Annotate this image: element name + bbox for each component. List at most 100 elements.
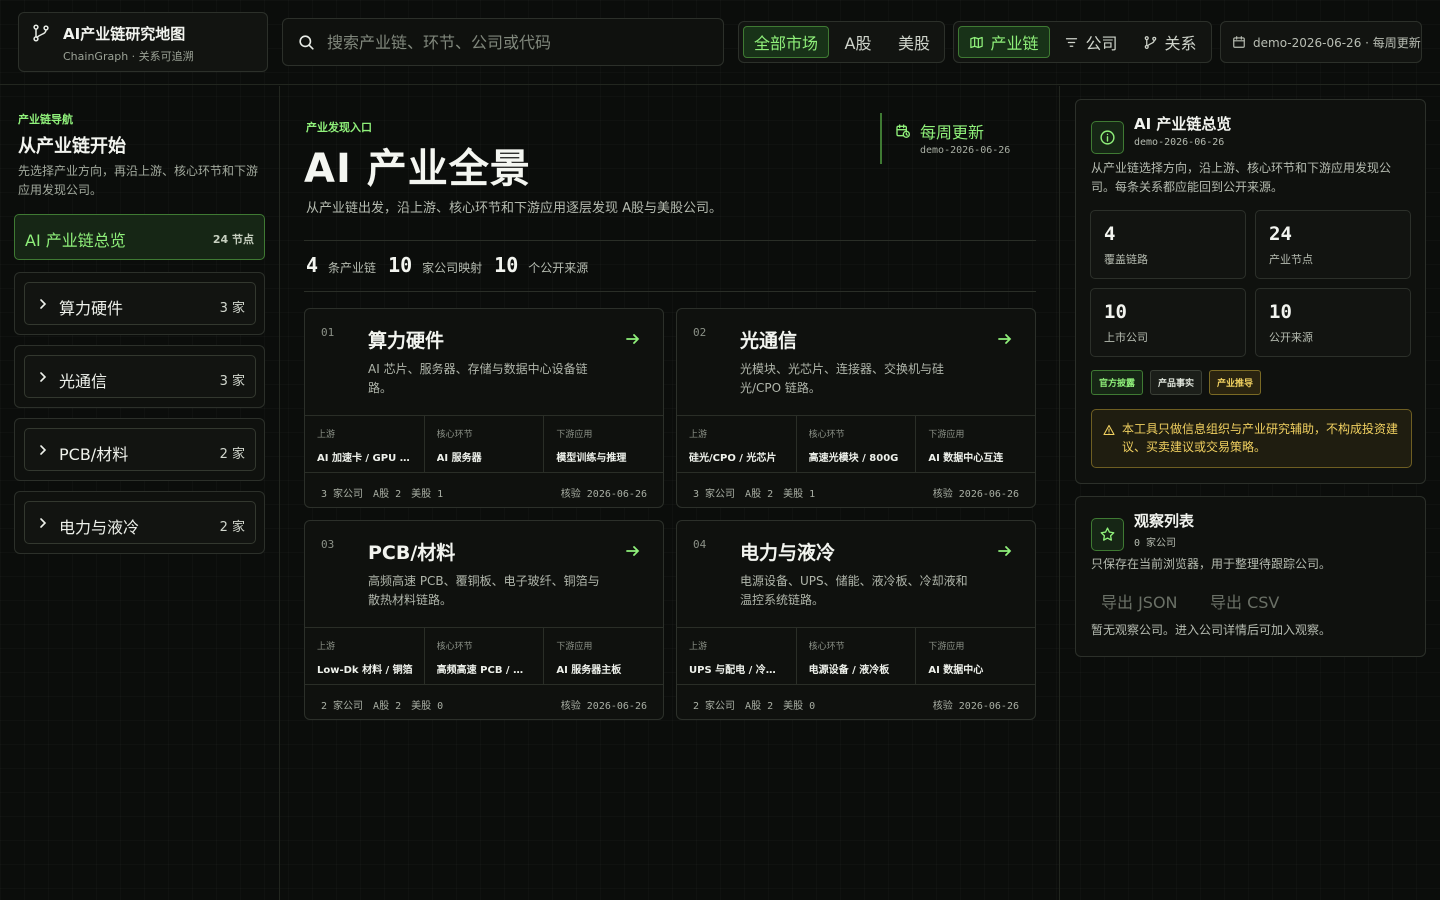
stat-value: 4 — [1104, 223, 1116, 245]
stat-value: 10 — [1269, 301, 1292, 323]
sidebar-item-count: 3 家 — [219, 301, 245, 316]
watchlist-title: 观察列表 — [1134, 512, 1195, 530]
search-bar[interactable] — [282, 18, 724, 66]
data-version-button[interactable]: demo-2026-06-26 · 每周更新 — [1220, 21, 1422, 63]
link-value: AI 数据中心 — [928, 665, 984, 676]
warning-icon — [1103, 424, 1115, 436]
evidence-badges: 官方披露 产品事实 产业推导 — [1091, 370, 1268, 395]
app-brand[interactable]: AI产业链研究地图 ChainGraph · 关系可追溯 — [18, 12, 268, 72]
link-label: 下游应用 — [556, 430, 593, 440]
stat-label: 公开来源 — [1269, 331, 1313, 344]
link-downstream[interactable]: 下游应用 AI 服务器主板 — [544, 628, 663, 684]
top-bar: AI产业链研究地图 ChainGraph · 关系可追溯 全部市场 A股 美股 … — [0, 0, 1440, 85]
link-upstream[interactable]: 上游 UPS 与配电 / 冷却液 — [677, 628, 797, 684]
main-content: 产业发现入口 AI 产业全景 从产业链出发，沿上游、核心环节和下游应用逐层发现 … — [281, 86, 1060, 900]
sidebar-item-label: PCB/材料 — [59, 445, 129, 464]
chevron-right-icon — [40, 518, 47, 528]
card-description: AI 芯片、服务器、存储与数据中心设备链路。 — [368, 362, 588, 395]
card-footer: 2 家公司 A股 2 美股 0 核验 2026-06-26 — [321, 697, 647, 712]
link-value: AI 加速卡 / GPU 芯片 — [317, 453, 413, 464]
stat-label: 产业节点 — [1269, 253, 1313, 266]
link-upstream[interactable]: 上游 AI 加速卡 / GPU 芯片 — [305, 416, 425, 472]
disclaimer-text: 本工具只做信息组织与产业研究辅助，不构成投资建议、买卖建议或交易策略。 — [1122, 422, 1399, 454]
search-input[interactable] — [327, 27, 707, 57]
link-value: UPS 与配电 / 冷却液 — [689, 665, 785, 676]
disclaimer-banner: 本工具只做信息组织与产业研究辅助，不构成投资建议、买卖建议或交易策略。 — [1091, 409, 1412, 468]
link-downstream[interactable]: 下游应用 模型训练与推理 — [544, 416, 663, 472]
divider — [304, 240, 1036, 241]
app-subtitle: ChainGraph · 关系可追溯 — [63, 50, 194, 63]
badge-inference: 产业推导 — [1209, 370, 1262, 395]
stat-card-chains: 4 覆盖链路 — [1090, 210, 1246, 279]
sidebar-item-power-cooling[interactable]: 电力与液冷 2 家 — [24, 501, 256, 544]
overview-description: 从产业链选择方向，沿上游、核心环节和下游应用发现公司。每条关系都应能回到公开来源… — [1091, 161, 1392, 194]
chain-card-pcb[interactable]: 03 PCB/材料 高频高速 PCB、覆铜板、电子玻纤、铜箔与散热材料链路。 上… — [304, 520, 664, 720]
company-count: 2 家公司 — [693, 701, 736, 712]
watchlist-count: 0 家公司 — [1134, 538, 1177, 549]
tab-chain-label: 产业链 — [990, 34, 1039, 53]
card-number: 02 — [693, 326, 707, 339]
tab-company[interactable]: 公司 — [1054, 26, 1128, 58]
company-count: 2 家公司 — [321, 701, 364, 712]
chain-card-power[interactable]: 04 电力与液冷 电源设备、UPS、储能、液冷板、冷却液和温控系统链路。 上游 U… — [676, 520, 1036, 720]
arrow-right-icon[interactable] — [997, 543, 1013, 559]
link-upstream[interactable]: 上游 Low-Dk 材料 / 铜箔 — [305, 628, 425, 684]
tab-us-share[interactable]: 美股 — [887, 26, 941, 58]
main-eyebrow: 产业发现入口 — [306, 121, 372, 134]
stat-value: 24 — [1269, 223, 1292, 245]
us-share-count: 美股 0 — [783, 701, 816, 712]
export-json-button[interactable]: 导出 JSON — [1101, 589, 1178, 613]
arrow-right-icon[interactable] — [997, 331, 1013, 347]
card-number: 03 — [321, 538, 335, 551]
link-value: AI 数据中心互连 — [928, 453, 1004, 464]
sidebar-eyebrow: 产业链导航 — [18, 113, 73, 126]
overview-title: AI 产业链总览 — [1134, 115, 1232, 133]
info-icon-box — [1091, 121, 1124, 154]
tab-chain[interactable]: 产业链 — [958, 26, 1050, 58]
link-label: 上游 — [317, 642, 336, 652]
card-description: 电源设备、UPS、储能、液冷板、冷却液和温控系统链路。 — [740, 574, 968, 607]
verified-date: 核验 2026-06-26 — [560, 701, 647, 712]
sidebar-item-compute-hardware[interactable]: 算力硬件 3 家 — [24, 282, 256, 325]
link-core[interactable]: 核心环节 电源设备 / 液冷板 — [797, 628, 917, 684]
tab-all-markets[interactable]: 全部市场 — [743, 26, 829, 58]
link-downstream[interactable]: 下游应用 AI 数据中心互连 — [916, 416, 1035, 472]
page-description: 从产业链出发，沿上游、核心环节和下游应用逐层发现 A股与美股公司。 — [306, 201, 723, 216]
arrow-right-icon[interactable] — [625, 543, 641, 559]
watchlist-description: 只保存在当前浏览器，用于整理待跟踪公司。 — [1091, 557, 1332, 571]
link-value: 硅光/CPO / 光芯片 — [689, 453, 777, 464]
link-core[interactable]: 核心环节 高频高速 PCB / 覆铜板 — [425, 628, 545, 684]
tab-a-share[interactable]: A股 — [831, 26, 885, 58]
info-icon — [1100, 130, 1115, 145]
link-core[interactable]: 核心环节 AI 服务器 — [425, 416, 545, 472]
map-icon — [970, 36, 984, 48]
export-csv-button[interactable]: 导出 CSV — [1210, 589, 1279, 613]
update-info: 每周更新 demo-2026-06-26 — [880, 113, 1010, 164]
chain-card-compute[interactable]: 01 算力硬件 AI 芯片、服务器、存储与数据中心设备链路。 上游 AI 加速卡 … — [304, 308, 664, 508]
link-label: 核心环节 — [808, 430, 845, 440]
calendar-clock-icon — [896, 124, 910, 138]
verified-date: 核验 2026-06-26 — [932, 701, 1019, 712]
link-value: Low-Dk 材料 / 铜箔 — [317, 665, 413, 676]
tab-relation[interactable]: 关系 — [1132, 26, 1208, 58]
link-downstream[interactable]: 下游应用 AI 数据中心 — [916, 628, 1035, 684]
link-value: 高频高速 PCB / 覆铜板 — [436, 665, 533, 676]
card-chain-links: 上游 硅光/CPO / 光芯片 核心环节 高速光模块 / 800G 下游应用 AI 数… — [677, 415, 1035, 473]
card-number: 01 — [321, 326, 335, 339]
sidebar-item-count: 3 家 — [219, 374, 245, 389]
card-title: 光通信 — [740, 330, 798, 352]
link-value: 电源设备 / 液冷板 — [808, 665, 890, 676]
stat-label: 覆盖链路 — [1104, 253, 1148, 266]
link-upstream[interactable]: 上游 硅光/CPO / 光芯片 — [677, 416, 797, 472]
a-share-count: A股 2 — [373, 489, 402, 500]
sidebar-item-optical[interactable]: 光通信 3 家 — [24, 355, 256, 398]
arrow-right-icon[interactable] — [625, 331, 641, 347]
link-label: 下游应用 — [556, 642, 593, 652]
chain-card-optical[interactable]: 02 光通信 光模块、光芯片、连接器、交换机与硅光/CPO 链路。 上游 硅光/C… — [676, 308, 1036, 508]
link-core[interactable]: 核心环节 高速光模块 / 800G — [797, 416, 917, 472]
sidebar-item-overview[interactable]: AI 产业链总览 24 节点 — [14, 214, 265, 260]
sidebar-item-pcb[interactable]: PCB/材料 2 家 — [24, 428, 256, 471]
summary-stats: 4 条产业链 10 家公司映射 10 个公开来源 — [306, 253, 600, 277]
us-share-count: 美股 1 — [411, 489, 444, 500]
company-count: 3 家公司 — [321, 489, 364, 500]
